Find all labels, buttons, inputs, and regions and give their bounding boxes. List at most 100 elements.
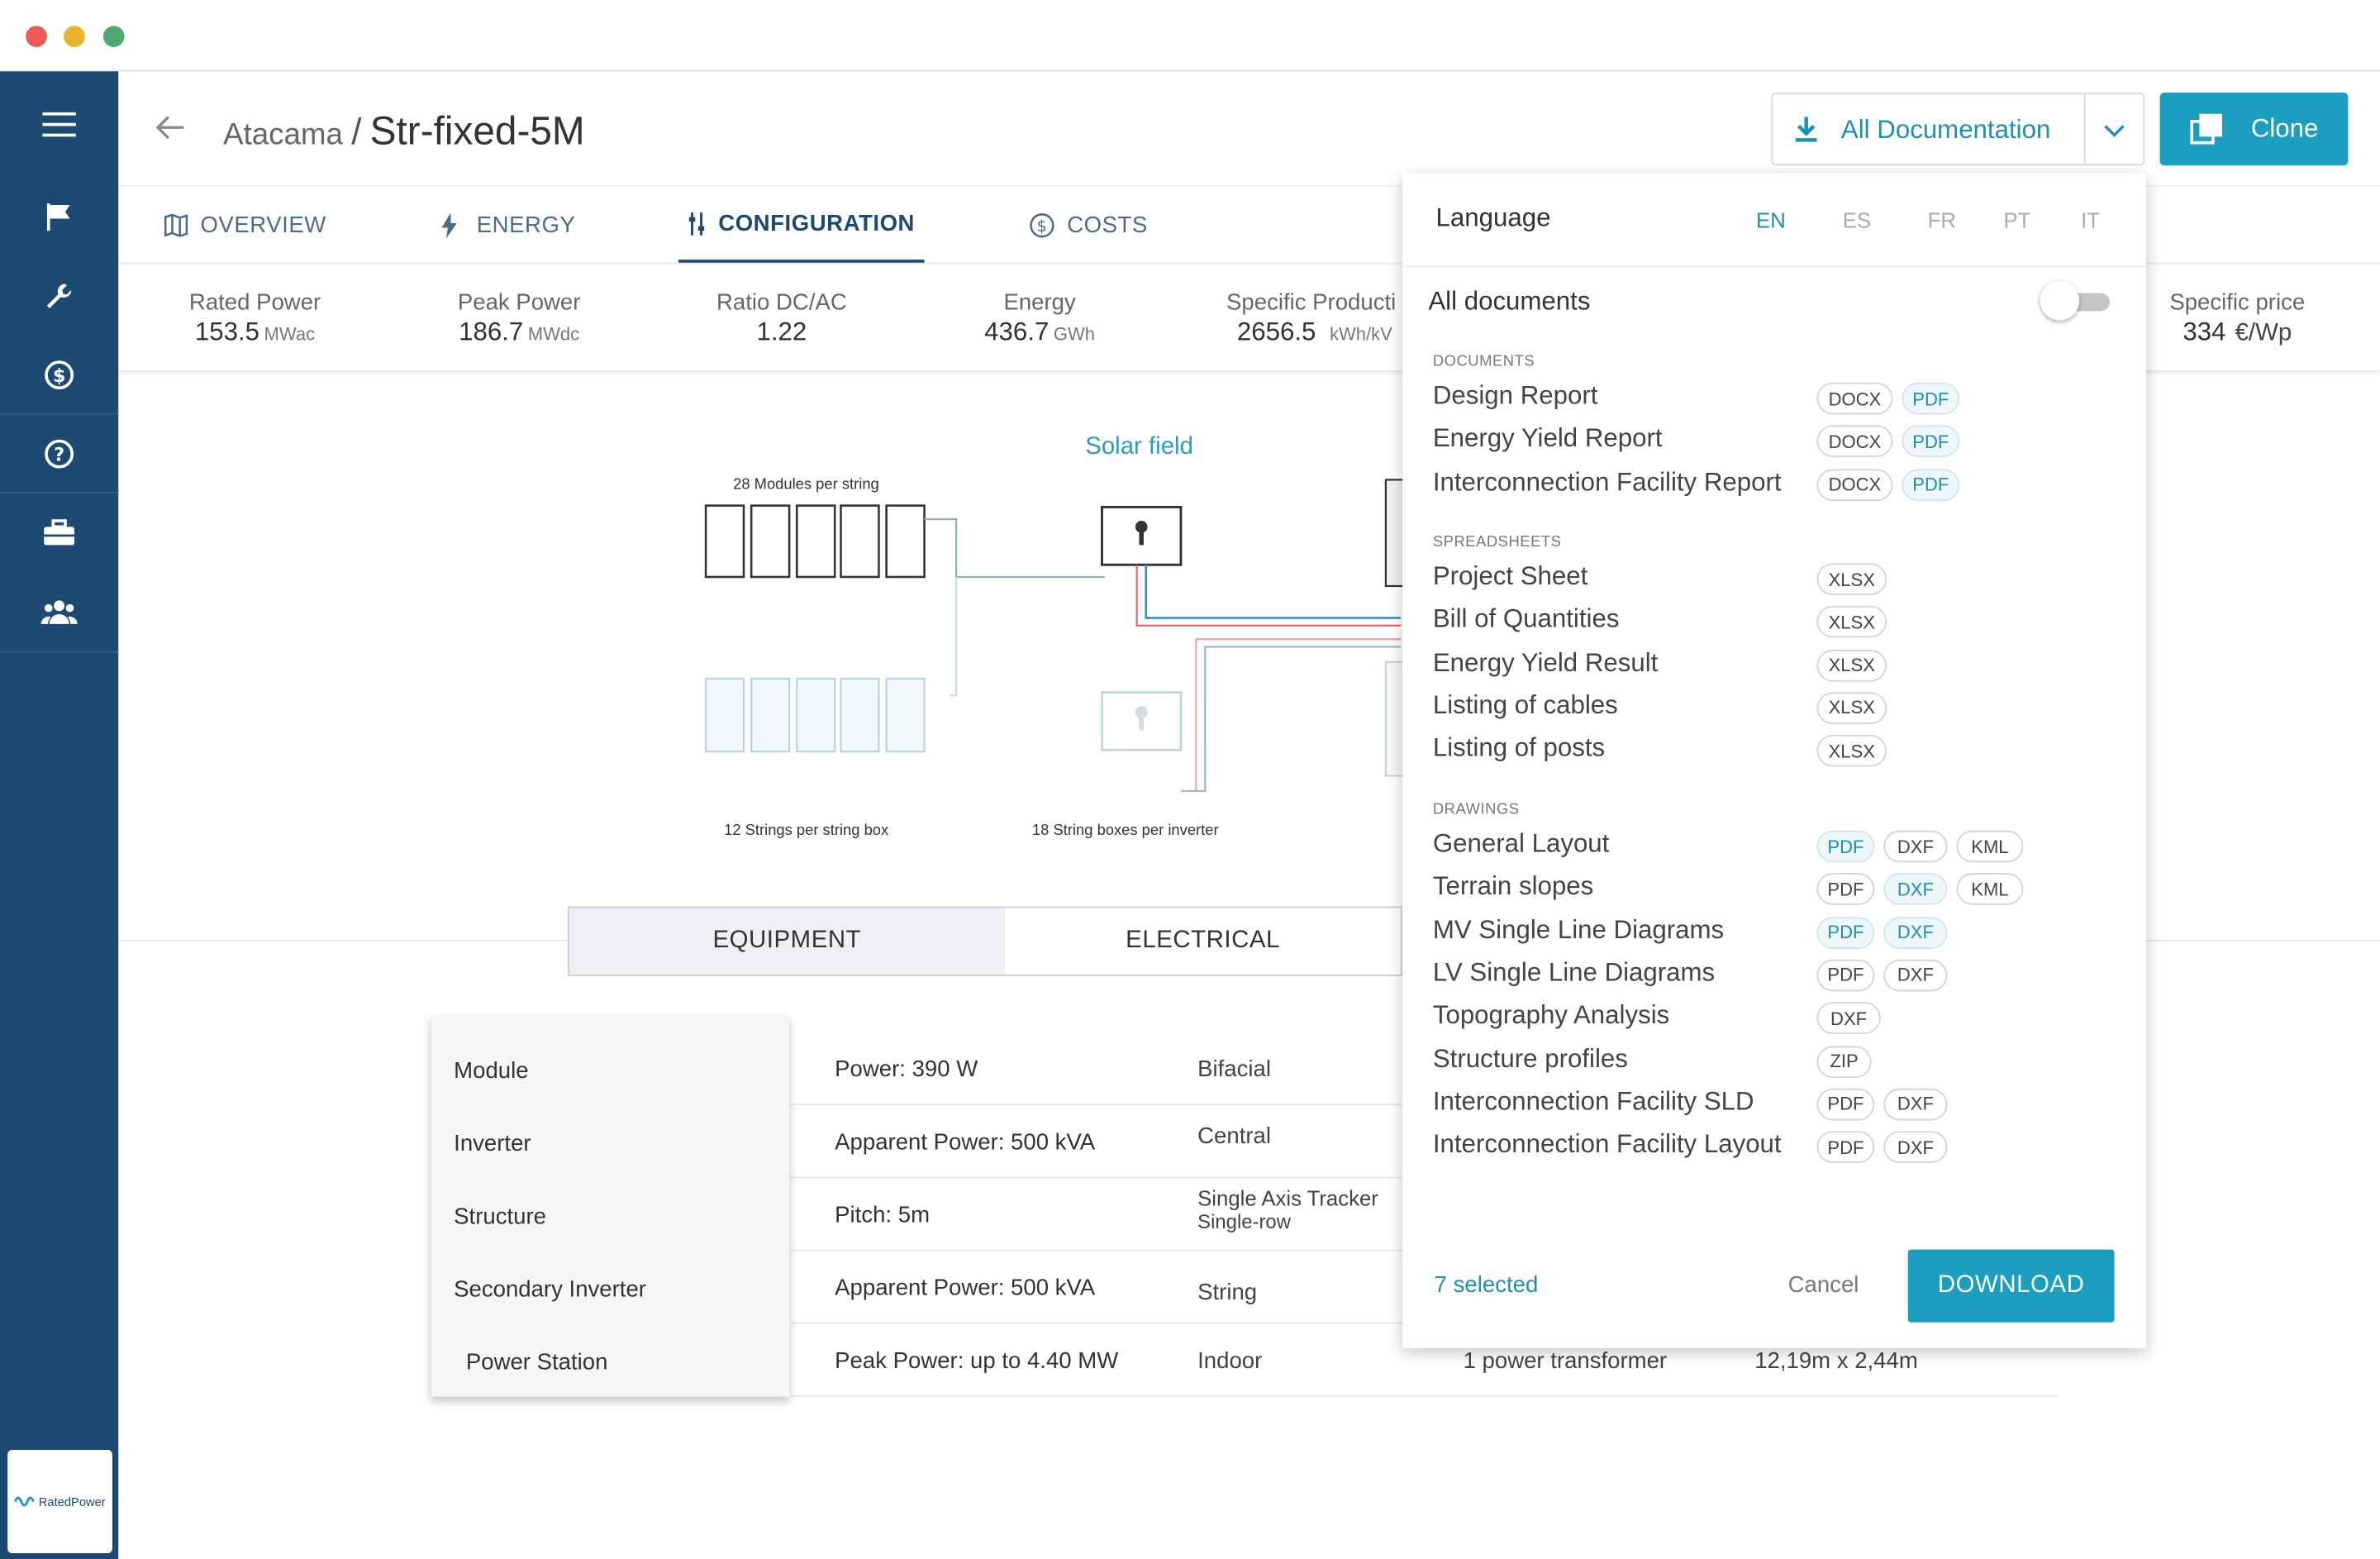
sidebar-item-tools[interactable]	[0, 256, 118, 336]
flag-icon	[45, 202, 73, 232]
format-chip-dxf[interactable]: DXF	[1817, 1003, 1881, 1035]
table-cell: Power: 390 W	[835, 1056, 978, 1082]
dollar-icon: $	[1029, 212, 1054, 237]
page-title: Str-fixed-5M	[370, 107, 585, 153]
panel-divider	[1402, 265, 2146, 267]
format-chip-pdf[interactable]: PDF	[1902, 469, 1959, 501]
format-chip-zip[interactable]: ZIP	[1817, 1046, 1872, 1078]
tab-energy-label: ENERGY	[477, 212, 576, 237]
all-documents-toggle[interactable]	[2040, 287, 2110, 317]
kpi-label: Ratio DC/AC	[660, 290, 903, 316]
clone-label: Clone	[2251, 114, 2319, 145]
cancel-button[interactable]: Cancel	[1788, 1272, 1859, 1298]
structure-type: Single Axis Tracker	[1197, 1185, 1378, 1209]
language-option-es[interactable]: ES	[1843, 208, 1871, 232]
menu-button[interactable]	[0, 85, 118, 164]
format-chip-xlsx[interactable]: XLSX	[1817, 735, 1887, 767]
format-chip-pdf[interactable]: PDF	[1902, 383, 1959, 415]
format-chip-pdf[interactable]: PDF	[1902, 426, 1959, 458]
back-button[interactable]	[155, 114, 185, 149]
equipment-item-power-station[interactable]: Power Station	[466, 1350, 608, 1375]
language-label: Language	[1436, 203, 1551, 234]
breadcrumb-parent[interactable]: Atacama	[223, 118, 343, 151]
sidebar-item-business[interactable]	[0, 493, 118, 573]
table-cell: 12,19m x 2,44m	[1754, 1348, 1918, 1374]
format-chip-dxf[interactable]: DXF	[1883, 1132, 1947, 1164]
table-cell: Pitch: 5m	[835, 1203, 930, 1228]
language-option-en[interactable]: EN	[1756, 208, 1786, 232]
document-name: Interconnection Facility Report	[1433, 467, 1782, 498]
tab-electrical[interactable]: ELECTRICAL	[1005, 907, 1402, 976]
format-chip-pdf[interactable]: PDF	[1817, 917, 1875, 949]
table-cell: Central	[1197, 1123, 1271, 1149]
tab-costs-label: COSTS	[1067, 212, 1148, 237]
kpi-value: 186.7	[459, 317, 523, 346]
format-chip-kml[interactable]: KML	[1957, 831, 2024, 863]
breadcrumb: Atacama / Str-fixed-5M	[223, 107, 585, 155]
table-cell: Single Axis Tracker Single-row	[1197, 1185, 1378, 1234]
kpi-label: Peak Power	[397, 290, 640, 316]
kpi-value: 436.7	[984, 317, 1049, 346]
document-name: Interconnection Facility Layout	[1433, 1130, 1782, 1161]
minimize-window-button[interactable]	[64, 26, 85, 47]
dollar-icon: $	[44, 360, 74, 390]
format-chip-dxf[interactable]: DXF	[1883, 874, 1947, 906]
table-cell: Indoor	[1197, 1348, 1262, 1374]
config-icon	[688, 210, 707, 236]
clone-button[interactable]: Clone	[2160, 93, 2349, 165]
tab-costs[interactable]: $ COSTS	[1029, 187, 1148, 263]
sidebar-item-team[interactable]	[0, 572, 118, 651]
format-chip-pdf[interactable]: PDF	[1817, 960, 1875, 992]
users-icon	[41, 598, 78, 626]
format-chip-xlsx[interactable]: XLSX	[1817, 563, 1887, 595]
format-chip-xlsx[interactable]: XLSX	[1817, 692, 1887, 724]
kpi-unit: MWac	[264, 323, 316, 345]
equipment-item-secondary-inverter[interactable]: Secondary Inverter	[454, 1277, 646, 1303]
table-cell: Bifacial	[1197, 1056, 1271, 1082]
sidebar-item-projects[interactable]	[0, 178, 118, 257]
kpi-energy: Energy 436.7GWh	[918, 290, 1161, 348]
format-chip-dxf[interactable]: DXF	[1883, 917, 1947, 949]
maximize-window-button[interactable]	[103, 26, 125, 47]
svg-text:$: $	[53, 366, 65, 387]
format-chip-kml[interactable]: KML	[1957, 874, 2024, 906]
format-chip-pdf[interactable]: PDF	[1817, 874, 1875, 906]
format-chip-pdf[interactable]: PDF	[1817, 1132, 1875, 1164]
table-cell: Peak Power: up to 4.40 MW	[835, 1348, 1118, 1374]
kpi-unit: €/Wp	[2235, 321, 2292, 346]
close-window-button[interactable]	[26, 26, 47, 47]
window-titlebar	[0, 0, 2380, 71]
language-option-fr[interactable]: FR	[1928, 208, 1956, 232]
all-documentation-button[interactable]: All Documentation	[1771, 93, 2144, 165]
solar-field-schematic	[695, 465, 1424, 844]
sidebar-item-help[interactable]: ?	[0, 414, 118, 493]
format-chip-dxf[interactable]: DXF	[1883, 960, 1947, 992]
format-chip-xlsx[interactable]: XLSX	[1817, 606, 1887, 638]
document-name: MV Single Line Diagrams	[1433, 915, 1724, 946]
tab-equipment[interactable]: EQUIPMENT	[568, 907, 1007, 976]
format-chip-dxf[interactable]: DXF	[1883, 831, 1947, 863]
language-option-pt[interactable]: PT	[2003, 208, 2030, 232]
download-button[interactable]: DOWNLOAD	[1908, 1250, 2115, 1323]
kpi-value: 2656.5	[1237, 317, 1316, 346]
document-name: Structure profiles	[1433, 1044, 1628, 1075]
sidebar-item-costs[interactable]: $	[0, 336, 118, 415]
format-chip-dxf[interactable]: DXF	[1883, 1089, 1947, 1121]
equipment-item-module[interactable]: Module	[454, 1058, 528, 1084]
sidebar: $ ? RatedPower	[0, 71, 118, 1559]
format-chip-pdf[interactable]: PDF	[1817, 831, 1875, 863]
tab-energy[interactable]: ENERGY	[440, 187, 576, 263]
format-chip-xlsx[interactable]: XLSX	[1817, 649, 1887, 681]
equipment-item-structure[interactable]: Structure	[454, 1204, 546, 1230]
format-chip-docx[interactable]: DOCX	[1817, 426, 1893, 458]
tab-configuration[interactable]: CONFIGURATION	[678, 187, 925, 263]
equipment-item-inverter[interactable]: Inverter	[454, 1131, 531, 1156]
kpi-label: Specific price	[2116, 290, 2359, 316]
format-chip-docx[interactable]: DOCX	[1817, 383, 1893, 415]
tab-overview[interactable]: OVERVIEW	[164, 187, 326, 263]
format-chip-pdf[interactable]: PDF	[1817, 1089, 1875, 1121]
chevron-down-icon[interactable]	[2104, 123, 2125, 138]
format-chip-docx[interactable]: DOCX	[1817, 469, 1893, 501]
document-name: Energy Yield Result	[1433, 648, 1659, 679]
language-option-it[interactable]: IT	[2081, 208, 2100, 232]
